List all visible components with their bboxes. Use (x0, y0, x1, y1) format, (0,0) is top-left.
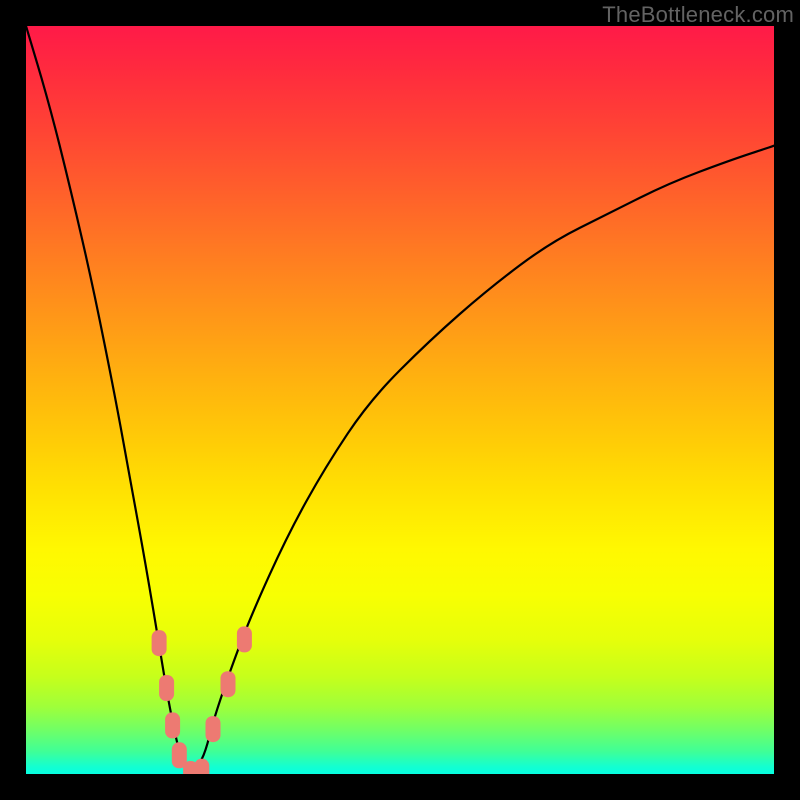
watermark-text: TheBottleneck.com (602, 2, 794, 28)
plot-area (26, 26, 774, 774)
curve-svg (26, 26, 774, 774)
highlight-dot (237, 626, 252, 652)
highlight-dot (159, 675, 174, 701)
highlight-dots (152, 626, 252, 774)
highlight-dot (152, 630, 167, 656)
bottleneck-curve (26, 26, 774, 772)
highlight-dot (183, 761, 198, 774)
highlight-dot (206, 716, 221, 742)
highlight-dot (165, 712, 180, 738)
highlight-dot (221, 671, 236, 697)
highlight-dot (172, 742, 187, 768)
chart-stage: TheBottleneck.com (0, 0, 800, 800)
highlight-dot (194, 759, 209, 774)
